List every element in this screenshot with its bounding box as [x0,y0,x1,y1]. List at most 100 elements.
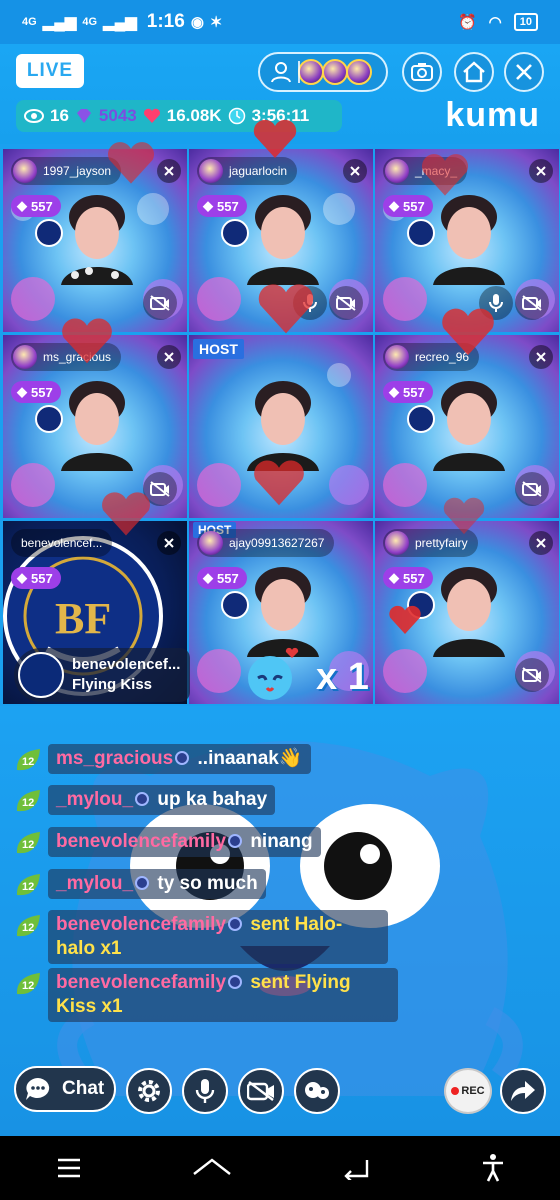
guest-diamonds: ◆ 557 [11,381,61,403]
guest-tile[interactable]: 1997_jayson ◆ 557 [3,149,187,332]
diamond-icon: ◆ [389,384,399,399]
gift-notification: benevolencef... Flying Kiss [14,648,190,702]
user-badge-icon [228,917,243,931]
camera-off-icon [150,481,170,497]
user-badge-icon [228,834,243,848]
guest-diamond-count: 557 [403,198,425,214]
recent-apps-icon[interactable] [55,1157,83,1179]
level-badge-icon: 12 [16,915,40,937]
settings-button[interactable] [126,1068,172,1114]
level-badge-icon: 12 [16,973,40,995]
share-button[interactable] [500,1068,546,1114]
viewer-avatars[interactable] [258,52,388,92]
user-icon [271,62,291,83]
guest-diamond-count: 557 [31,198,53,214]
chat-bubble-icon [26,1078,50,1100]
diamond-icon: ◆ [389,198,399,213]
guest-avatar [385,159,409,183]
gift-sender-name: benevolencef... [72,656,181,673]
level-badge-icon: 12 [16,832,40,854]
camera-off-icon [522,481,542,497]
chat-username[interactable]: ms_gracious [56,748,173,769]
chat-username[interactable]: _mylou_ [56,789,133,810]
svg-text:12: 12 [22,839,34,851]
flying-kiss-gift-icon [248,647,299,700]
diamond-icon [76,109,91,123]
chat-username[interactable]: _mylou_ [56,873,133,894]
level-badge-icon: 12 [16,749,40,771]
streamer-photo [247,195,319,285]
tile-close-button[interactable] [157,531,181,555]
tile-close-button[interactable] [157,159,181,183]
chat-username[interactable]: benevolencefamily [56,914,226,935]
back-icon[interactable] [341,1156,371,1180]
heart-icon [143,108,160,123]
level-badge-icon: 12 [16,790,40,812]
diamond-icon: ◆ [17,384,27,399]
close-icon [516,64,532,80]
close-stream-button[interactable] [504,52,544,92]
camera-off-indicator [143,286,177,320]
svg-text:12: 12 [22,922,34,934]
svg-text:12: 12 [22,797,34,809]
effects-button[interactable] [294,1068,340,1114]
tile-close-button[interactable] [529,345,553,369]
chat-username[interactable]: benevolencefamily [56,831,226,852]
mic-button[interactable] [182,1068,228,1114]
bf-logo [407,219,435,247]
home-icon [463,61,485,83]
streamer-photo [247,567,319,657]
svg-text:BF: BF [55,594,111,643]
live-badge: LIVE [16,54,84,88]
record-dot-icon [451,1087,460,1095]
share-arrow-icon [511,1081,535,1101]
camera-off-icon [150,295,170,311]
gift-count: x 1 [316,656,369,698]
guest-tile[interactable]: recreo_96 ◆ 557 [375,335,559,518]
chat-username[interactable]: benevolencefamily [56,972,226,993]
close-icon [164,352,174,362]
camera-switch-button[interactable] [402,52,442,92]
effects-icon [305,1082,329,1099]
alarm-icon: ⏰ [457,14,477,31]
guest-diamonds: ◆ 557 [11,567,61,589]
guest-diamonds: ◆ 557 [383,195,433,217]
guest-avatar [385,531,409,555]
kumu-logo: kumu [445,96,540,134]
streamer-photo [433,381,505,471]
diamond-icon: ◆ [203,570,213,585]
gift-name: Flying Kiss [72,676,153,693]
home-button[interactable] [454,52,494,92]
home-nav-icon[interactable] [192,1156,232,1180]
user-badge-icon [228,975,243,989]
streamer-photo [61,381,133,471]
svg-text:12: 12 [22,980,34,992]
accessibility-icon[interactable] [480,1153,506,1183]
tile-close-button[interactable] [529,159,553,183]
guest-grid: 1997_jayson ◆557 jaguarlocin ◆557 _macy_… [0,119,560,706]
guest-name-text: prettyfairy [415,536,468,550]
chat-button[interactable]: Chat [14,1066,116,1112]
bf-logo [407,405,435,433]
record-button[interactable]: REC [444,1068,492,1114]
gear-icon [138,1080,160,1102]
diamond-icon: ◆ [17,570,27,585]
diamond-icon: ◆ [389,570,399,585]
wifi-icon: ◠ [488,14,502,31]
tile-close-button[interactable] [343,159,367,183]
guest-diamonds: ◆ 557 [197,195,247,217]
user-badge-icon [135,792,150,806]
camera-icon [411,63,433,81]
guest-name: benevolencef... [11,529,113,557]
diamond-icon: ◆ [17,198,27,213]
guest-name-text: benevolencef... [21,536,103,550]
camera-toggle-button[interactable] [238,1068,284,1114]
tile-close-button[interactable] [157,345,181,369]
chat-text: ninang [250,831,313,852]
battery-indicator: 10 [513,13,538,31]
floating-heart-icon [443,497,485,535]
tile-close-button[interactable] [529,531,553,555]
floating-heart-icon [253,119,297,158]
guest-diamond-count: 557 [217,198,239,214]
viewer-avatar [346,59,372,85]
